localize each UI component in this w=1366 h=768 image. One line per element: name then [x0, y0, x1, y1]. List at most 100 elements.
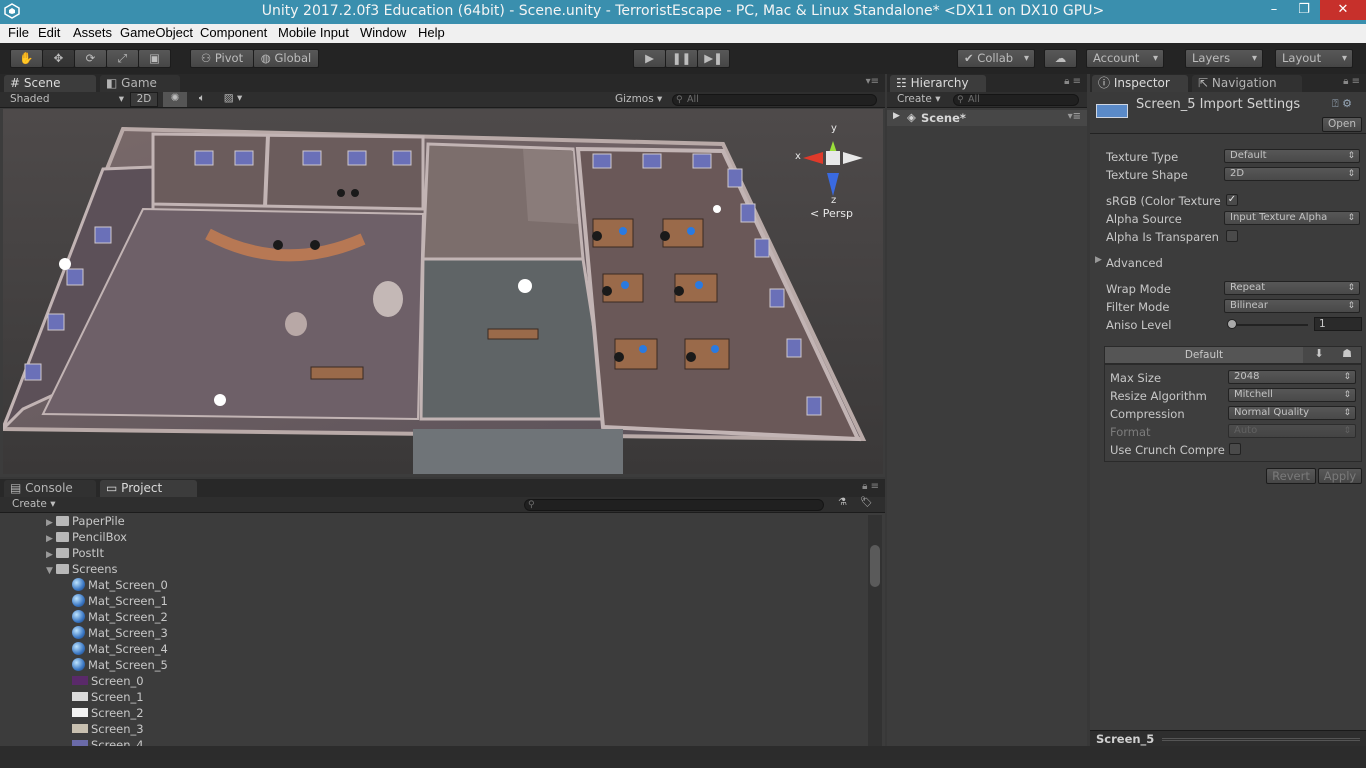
platform-tab-default[interactable]: Default	[1105, 347, 1303, 363]
menu-file[interactable]: File	[8, 25, 29, 40]
hand-tool-button[interactable]: ✋	[10, 49, 43, 68]
project-tree-item[interactable]: ▶ PostIt	[46, 546, 104, 562]
collapsed-arrow-icon[interactable]: ▶	[46, 518, 56, 528]
project-tree-item[interactable]: Screen_0	[72, 674, 144, 690]
project-tree-item[interactable]: Mat_Screen_3	[72, 626, 168, 642]
aniso-slider-track[interactable]	[1230, 324, 1308, 326]
step-button[interactable]: ▶❚	[697, 49, 730, 68]
tab-inspector[interactable]: ⓘ Inspector	[1092, 75, 1188, 92]
project-create-dropdown[interactable]: Create ▾	[12, 498, 56, 510]
account-dropdown[interactable]: Account	[1086, 49, 1164, 68]
crunch-checkbox[interactable]	[1229, 443, 1241, 455]
persp-label[interactable]: < Persp	[810, 207, 853, 220]
project-tree-item[interactable]: Mat_Screen_2	[72, 610, 168, 626]
layout-dropdown[interactable]: Layout	[1275, 49, 1353, 68]
project-tree-item[interactable]: Screen_2	[72, 706, 144, 722]
pause-button[interactable]: ❚❚	[665, 49, 698, 68]
hierarchy-search-input[interactable]: All	[953, 94, 1079, 106]
project-tree-item[interactable]: Screen_4	[72, 738, 144, 746]
gizmos-dropdown[interactable]: Gizmos ▾	[615, 93, 662, 105]
scene-search-input[interactable]: All	[672, 94, 877, 106]
resize-algorithm-dropdown[interactable]: Mitchell	[1228, 388, 1356, 402]
layers-dropdown[interactable]: Layers	[1185, 49, 1263, 68]
panel-menu-icon[interactable]: ▾≡	[866, 76, 879, 87]
compression-dropdown[interactable]: Normal Quality	[1228, 406, 1356, 420]
filter-by-label-icon[interactable]: 🏷︎	[860, 497, 873, 508]
tab-game[interactable]: ◧ Game	[100, 75, 180, 92]
aniso-level-field[interactable]: 1	[1314, 317, 1362, 331]
global-toggle[interactable]: ◍ Global	[253, 49, 319, 68]
tab-project[interactable]: ▭ Project	[100, 480, 197, 497]
project-scrollbar[interactable]	[868, 515, 882, 746]
scene-viewport[interactable]: y x z < Persp	[3, 109, 883, 474]
project-tree-item[interactable]: ▶ PaperPile	[46, 514, 125, 530]
project-search-input[interactable]	[524, 499, 824, 511]
scene-menu-icon[interactable]: ▾≡	[1068, 111, 1081, 122]
menu-help[interactable]: Help	[418, 25, 445, 40]
project-tree-item[interactable]: Mat_Screen_1	[72, 594, 168, 610]
collapsed-arrow-icon[interactable]: ▶	[46, 534, 56, 544]
max-size-dropdown[interactable]: 2048	[1228, 370, 1356, 384]
filter-by-type-icon[interactable]: ⚗	[838, 497, 847, 508]
lock-icon[interactable]: 🔒︎ ≡	[1064, 76, 1081, 87]
preview-drag-handle[interactable]	[1162, 738, 1360, 741]
collapsed-arrow-icon[interactable]: ▶	[46, 550, 56, 560]
advanced-foldout[interactable]: Advanced	[1106, 256, 1163, 270]
advanced-foldout-arrow-icon[interactable]: ▶	[1095, 255, 1102, 265]
close-button[interactable]: ✕	[1320, 0, 1366, 20]
pivot-toggle[interactable]: ⚇ Pivot	[190, 49, 254, 68]
project-tree-item[interactable]: Mat_Screen_4	[72, 642, 168, 658]
expand-arrow-icon[interactable]: ▶	[893, 111, 900, 121]
project-tree-item[interactable]: Mat_Screen_5	[72, 658, 168, 674]
move-tool-button[interactable]: ✥	[42, 49, 75, 68]
play-button[interactable]: ▶	[633, 49, 666, 68]
menu-assets[interactable]: Assets	[73, 25, 112, 40]
menu-mobile-input[interactable]: Mobile Input	[278, 25, 349, 40]
alpha-transparency-checkbox[interactable]	[1226, 230, 1238, 242]
menu-window[interactable]: Window	[360, 25, 406, 40]
rotate-tool-button[interactable]: ⟳	[74, 49, 107, 68]
apply-button[interactable]: Apply	[1318, 468, 1362, 484]
expanded-arrow-icon[interactable]: ▼	[46, 566, 56, 576]
audio-toggle-icon[interactable]: 🔈︎	[190, 92, 214, 105]
collab-dropdown[interactable]: ✔ Collab	[957, 49, 1035, 68]
effects-dropdown-icon[interactable]: ▨ ▾	[218, 92, 248, 104]
texture-type-dropdown[interactable]: Default	[1224, 149, 1360, 163]
menu-component[interactable]: Component	[200, 25, 267, 40]
scale-tool-button[interactable]: ⤢	[106, 49, 139, 68]
project-tree-item[interactable]: Screen_1	[72, 690, 144, 706]
maximize-button[interactable]: ❐	[1290, 0, 1318, 20]
cloud-button[interactable]: ☁	[1044, 49, 1077, 68]
rect-tool-button[interactable]: ▣	[138, 49, 171, 68]
alpha-source-dropdown[interactable]: Input Texture Alpha	[1224, 211, 1360, 225]
help-and-settings-icon[interactable]: ⍰ ⚙	[1332, 97, 1352, 111]
srgb-checkbox[interactable]: ✓	[1226, 194, 1238, 206]
download-platform-icon[interactable]: ⬇	[1305, 347, 1333, 360]
tab-console[interactable]: ▤ Console	[4, 480, 96, 497]
filter-mode-dropdown[interactable]: Bilinear	[1224, 299, 1360, 313]
project-tree-item[interactable]: Mat_Screen_0	[72, 578, 168, 594]
shading-mode-dropdown[interactable]: Shaded ▾	[10, 93, 124, 105]
project-tree-item[interactable]: ▼ Screens	[46, 562, 118, 578]
project-lock-icon[interactable]: 🔒︎ ≡	[862, 481, 879, 492]
open-button[interactable]: Open	[1322, 117, 1362, 132]
project-tree-item[interactable]: Screen_3	[72, 722, 144, 738]
orientation-gizmo[interactable]: y x z < Persp	[793, 121, 873, 221]
project-scrollbar-thumb[interactable]	[870, 545, 880, 587]
2d-toggle[interactable]: 2D	[130, 92, 158, 107]
revert-button[interactable]: Revert	[1266, 468, 1316, 484]
inspector-lock-icon[interactable]: 🔒︎ ≡	[1343, 76, 1360, 87]
minimize-button[interactable]: –	[1260, 0, 1288, 20]
texture-shape-dropdown[interactable]: 2D	[1224, 167, 1360, 181]
hierarchy-create-dropdown[interactable]: Create ▾	[897, 93, 941, 105]
android-platform-icon[interactable]: ☗	[1333, 347, 1361, 360]
preview-header[interactable]: Screen_5	[1090, 730, 1366, 746]
menu-gameobject[interactable]: GameObject	[120, 25, 193, 40]
wrap-mode-dropdown[interactable]: Repeat	[1224, 281, 1360, 295]
aniso-slider-handle[interactable]	[1227, 319, 1237, 329]
tab-hierarchy[interactable]: ☷ Hierarchy	[890, 75, 986, 92]
project-tree-item[interactable]: ▶ PencilBox	[46, 530, 127, 546]
tab-navigation[interactable]: ⇱ Navigation	[1192, 75, 1302, 92]
scene-root-row[interactable]: ▶ ◈ Scene* ▾≡	[887, 110, 1087, 126]
tab-scene[interactable]: # Scene	[4, 75, 96, 92]
